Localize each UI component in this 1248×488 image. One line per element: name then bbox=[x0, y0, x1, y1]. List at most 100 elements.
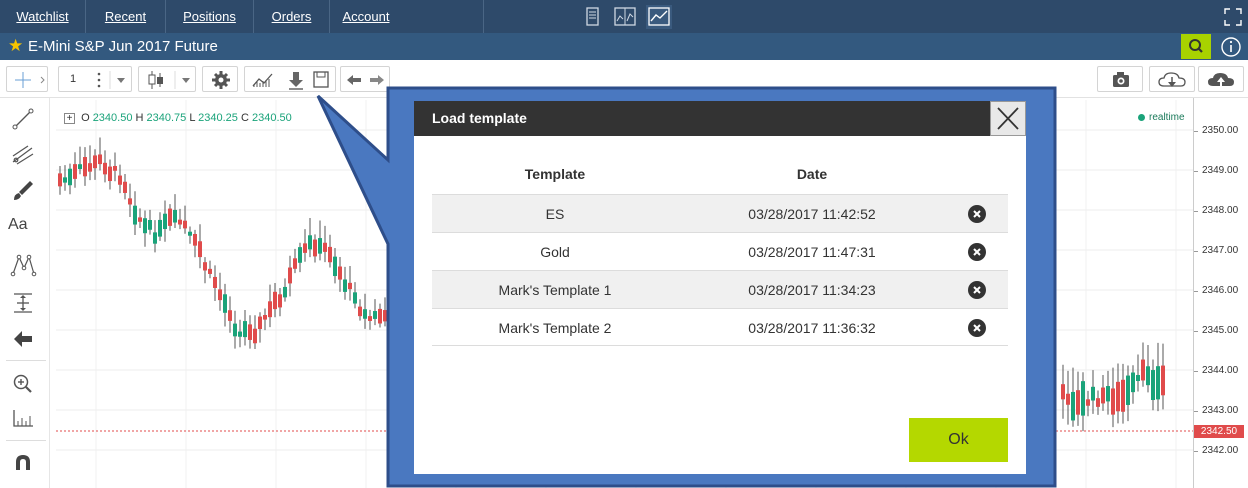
y-tick-label: 2348.00 bbox=[1193, 205, 1239, 216]
table-row[interactable]: Mark's Template 2 03/28/2017 11:36:32 bbox=[432, 308, 1008, 346]
y-tick-label: 2345.00 bbox=[1193, 325, 1239, 336]
candle-body bbox=[88, 163, 92, 172]
measure-icon[interactable] bbox=[8, 290, 38, 316]
cloud-upload-button[interactable] bbox=[1198, 66, 1244, 92]
candle-body bbox=[178, 219, 182, 225]
pattern-icon[interactable] bbox=[8, 252, 38, 278]
dialog-title: Load template bbox=[432, 110, 527, 126]
candle-body bbox=[108, 166, 112, 182]
close-button[interactable] bbox=[990, 101, 1026, 136]
load-template-icon bbox=[289, 72, 303, 90]
cloud-download-button[interactable] bbox=[1149, 66, 1195, 92]
candle-body bbox=[123, 181, 127, 193]
template-group bbox=[244, 66, 336, 92]
candle-body bbox=[293, 258, 297, 269]
crosshair-tool-highlight bbox=[8, 68, 38, 94]
tab-recent[interactable]: Recent bbox=[86, 0, 166, 33]
candle-body bbox=[163, 213, 167, 230]
load-template-dialog: Load template Template Date ES 03/28/201… bbox=[414, 101, 1026, 474]
high-label: H bbox=[135, 112, 144, 124]
expand-icon[interactable] bbox=[1222, 6, 1244, 28]
text-tool-icon[interactable]: Aa bbox=[8, 216, 38, 242]
redo-icon bbox=[370, 75, 384, 85]
candle-body bbox=[128, 198, 132, 205]
info-icon[interactable] bbox=[1220, 36, 1242, 58]
open-value: 2340.50 bbox=[92, 112, 133, 124]
interval-select[interactable]: 1 bbox=[58, 66, 132, 92]
candle-body bbox=[143, 218, 147, 234]
snapshot-button[interactable] bbox=[1097, 66, 1143, 92]
template-name: ES bbox=[545, 206, 565, 222]
candlestick-icon bbox=[148, 71, 163, 89]
ok-button[interactable]: Ok bbox=[909, 418, 1008, 462]
candle-body bbox=[223, 294, 227, 313]
ruler-icon[interactable] bbox=[8, 406, 38, 432]
candle-body bbox=[148, 220, 152, 230]
close-label: C bbox=[240, 112, 249, 124]
low-value: 2340.25 bbox=[198, 112, 238, 124]
tab-positions[interactable]: Positions bbox=[166, 0, 254, 33]
delete-icon[interactable] bbox=[968, 281, 986, 299]
candle-body bbox=[288, 267, 292, 284]
tab-watchlist[interactable]: Watchlist bbox=[0, 0, 86, 33]
candle-body bbox=[1141, 359, 1145, 381]
candle-body bbox=[68, 168, 72, 186]
chart-type-select[interactable] bbox=[138, 66, 196, 92]
table-row[interactable]: Gold 03/28/2017 11:47:31 bbox=[432, 232, 1008, 270]
candle-body bbox=[358, 306, 362, 317]
dropdown-icon bbox=[117, 78, 125, 83]
candle-body bbox=[263, 315, 267, 320]
camera-icon bbox=[1113, 72, 1129, 87]
pitchfork-icon[interactable] bbox=[8, 142, 38, 168]
dropdown-icon bbox=[182, 78, 190, 83]
realtime-label: realtime bbox=[1149, 112, 1185, 123]
candle-body bbox=[198, 241, 202, 258]
star-icon[interactable]: ★ bbox=[8, 36, 23, 56]
candle-body bbox=[1111, 388, 1115, 415]
candle-body bbox=[348, 282, 352, 290]
ohlc-toggle-icon[interactable]: + bbox=[64, 113, 75, 124]
magnet-icon[interactable] bbox=[8, 450, 38, 476]
table-row[interactable]: ES 03/28/2017 11:42:52 bbox=[432, 194, 1008, 232]
candle-body bbox=[383, 310, 387, 322]
delete-icon[interactable] bbox=[968, 243, 986, 261]
candle-body bbox=[238, 331, 242, 337]
tab-orders[interactable]: Orders bbox=[254, 0, 330, 33]
candle-body bbox=[133, 205, 137, 225]
candle-body bbox=[98, 154, 102, 165]
y-tick-label: 2350.00 bbox=[1193, 125, 1239, 136]
delete-icon[interactable] bbox=[968, 205, 986, 223]
candle-body bbox=[213, 276, 217, 288]
brush-icon[interactable] bbox=[8, 178, 38, 204]
chart-layout-icon[interactable] bbox=[646, 5, 672, 29]
close-value: 2340.50 bbox=[251, 112, 292, 124]
settings-button[interactable] bbox=[202, 66, 238, 92]
tool-divider bbox=[6, 360, 46, 361]
candle-body bbox=[78, 164, 82, 170]
candle-body bbox=[328, 246, 332, 263]
candle-body bbox=[253, 328, 257, 344]
candle-body bbox=[353, 292, 357, 304]
candle-body bbox=[1061, 384, 1065, 400]
undo-redo-group bbox=[340, 66, 390, 92]
candle-body bbox=[283, 286, 287, 298]
y-tick-label: 2344.00 bbox=[1193, 365, 1239, 376]
search-button[interactable] bbox=[1181, 34, 1211, 59]
tab-account[interactable]: Account bbox=[330, 0, 402, 33]
trend-line-icon[interactable] bbox=[8, 106, 38, 132]
table-row[interactable]: Mark's Template 1 03/28/2017 11:34:23 bbox=[432, 270, 1008, 308]
arrow-icon[interactable] bbox=[8, 326, 38, 352]
instrument-title: E-Mini S&P Jun 2017 Future bbox=[28, 38, 218, 55]
candle-body bbox=[1121, 379, 1125, 412]
candle-body bbox=[73, 164, 77, 179]
zoom-in-icon[interactable] bbox=[8, 370, 38, 396]
delete-icon[interactable] bbox=[968, 319, 986, 337]
ohlc-readout: + O 2340.50 H 2340.75 L 2340.25 C 2340.5… bbox=[64, 112, 292, 124]
candle-body bbox=[173, 209, 177, 223]
realtime-dot bbox=[1138, 113, 1145, 121]
open-label: O bbox=[81, 112, 90, 124]
save-icon bbox=[313, 71, 329, 88]
split-chart-icon[interactable] bbox=[612, 5, 638, 29]
single-panel-icon[interactable] bbox=[580, 5, 606, 29]
candle-body bbox=[1091, 386, 1095, 401]
